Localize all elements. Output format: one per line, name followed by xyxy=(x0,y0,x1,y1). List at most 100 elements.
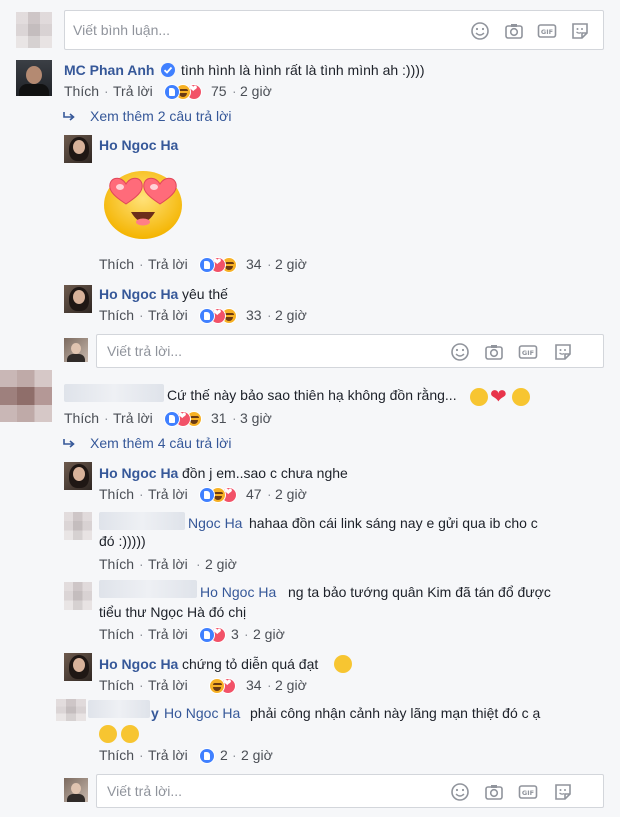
like-link[interactable]: Thích xyxy=(99,626,134,642)
like-reaction-icon xyxy=(199,308,215,324)
reaction-count[interactable]: 2 xyxy=(220,747,228,763)
avatar[interactable] xyxy=(64,653,92,681)
reply-time[interactable]: 2 giờ xyxy=(275,307,307,323)
separator: · xyxy=(139,307,144,323)
separator: · xyxy=(267,486,272,502)
reaction-icons[interactable] xyxy=(199,487,241,503)
reaction-icons[interactable] xyxy=(199,748,215,764)
reaction-count[interactable]: 75 xyxy=(211,83,227,99)
reply-time[interactable]: 2 giờ xyxy=(205,556,237,572)
reply-author-suffix[interactable]: y xyxy=(151,705,159,721)
reply-author[interactable]: Ho Ngoc Ha xyxy=(99,465,178,481)
emoji-icon[interactable] xyxy=(450,782,470,802)
separator: · xyxy=(267,307,272,323)
avatar[interactable] xyxy=(64,512,92,540)
thinking-emoji-icon xyxy=(512,388,530,406)
reply-text-line2: tiểu thư Ngọc Hà đó chị xyxy=(99,604,247,620)
like-reaction-icon xyxy=(164,84,180,100)
like-link[interactable]: Thích xyxy=(99,486,134,502)
like-link[interactable]: Thích xyxy=(99,677,134,693)
separator: · xyxy=(267,677,272,693)
like-reaction-icon xyxy=(199,748,215,764)
avatar[interactable] xyxy=(64,462,92,490)
reply-mention[interactable]: Ho Ngoc Ha xyxy=(200,584,276,600)
reply-input[interactable]: Viết trả lời... GIF xyxy=(96,774,604,808)
camera-icon[interactable] xyxy=(484,782,504,802)
reply-author[interactable]: Ho Ngoc Ha xyxy=(99,137,178,153)
reply-link[interactable]: Trả lời xyxy=(148,677,188,693)
comment-time[interactable]: 2 giờ xyxy=(240,83,272,99)
reply-time[interactable]: 2 giờ xyxy=(275,677,307,693)
like-link[interactable]: Thích xyxy=(99,747,134,763)
like-link[interactable]: Thích xyxy=(99,556,134,572)
gif-icon[interactable]: GIF xyxy=(537,21,557,41)
view-more-replies[interactable]: Xem thêm 4 câu trả lời xyxy=(90,435,231,451)
avatar[interactable] xyxy=(0,370,52,422)
comment-input[interactable]: Viết bình luận... GIF xyxy=(64,10,604,50)
avatar[interactable] xyxy=(56,699,86,721)
camera-icon[interactable] xyxy=(504,21,524,41)
like-link[interactable]: Thích xyxy=(64,410,99,426)
comment-time[interactable]: 3 giờ xyxy=(240,410,272,426)
reply-time[interactable]: 2 giờ xyxy=(241,747,273,763)
avatar[interactable] xyxy=(64,285,92,313)
reply-time[interactable]: 2 giờ xyxy=(275,256,307,272)
like-link[interactable]: Thích xyxy=(99,256,134,272)
separator: · xyxy=(104,410,109,426)
emoji-icon[interactable] xyxy=(450,342,470,362)
avatar[interactable] xyxy=(64,582,92,610)
reply-mention[interactable]: Ngoc Ha xyxy=(188,515,242,531)
sticker-icon[interactable] xyxy=(553,782,573,802)
reply-time[interactable]: 2 giờ xyxy=(275,486,307,502)
view-more-replies[interactable]: Xem thêm 2 câu trả lời xyxy=(90,108,231,124)
reaction-icons[interactable] xyxy=(164,411,206,427)
reaction-count[interactable]: 31 xyxy=(211,410,227,426)
reply-time[interactable]: 2 giờ xyxy=(253,626,285,642)
separator: · xyxy=(139,486,144,502)
reaction-icons[interactable] xyxy=(164,84,206,100)
reaction-icons[interactable] xyxy=(199,308,241,324)
reply-link[interactable]: Trả lời xyxy=(148,486,188,502)
user-avatar xyxy=(64,338,88,362)
comment-placeholder: Viết bình luận... xyxy=(73,22,171,38)
reply-text: chứng tỏ diễn quá đạt xyxy=(182,656,319,672)
user-avatar xyxy=(64,778,88,802)
comment-text: tình hình là hình rất là tình mình ah :)… xyxy=(181,62,425,78)
gif-icon[interactable]: GIF xyxy=(518,342,538,362)
reaction-count[interactable]: 3 xyxy=(231,626,239,642)
emoji-icon[interactable] xyxy=(470,21,490,41)
like-link[interactable]: Thích xyxy=(99,307,134,323)
like-link[interactable]: Thích xyxy=(64,83,99,99)
avatar[interactable] xyxy=(64,135,92,163)
reaction-count[interactable]: 34 xyxy=(246,677,262,693)
reaction-icons[interactable] xyxy=(199,627,227,643)
sticker-icon[interactable] xyxy=(570,21,590,41)
reaction-icons[interactable] xyxy=(199,257,241,273)
separator: · xyxy=(232,747,237,763)
like-reaction-icon xyxy=(199,257,215,273)
reply-link[interactable]: Trả lời xyxy=(148,747,188,763)
reply-link[interactable]: Trả lời xyxy=(113,83,153,99)
reply-text-line2: đó :))))) xyxy=(99,533,146,549)
separator: · xyxy=(139,747,144,763)
reaction-count[interactable]: 33 xyxy=(246,307,262,323)
avatar[interactable] xyxy=(16,60,52,96)
reaction-count[interactable]: 47 xyxy=(246,486,262,502)
reply-link[interactable]: Trả lời xyxy=(148,256,188,272)
reply-link[interactable]: Trả lời xyxy=(148,626,188,642)
reply-input[interactable]: Viết trả lời... GIF xyxy=(96,334,604,368)
reply-mention[interactable]: Ho Ngoc Ha xyxy=(164,705,240,721)
reaction-icons[interactable] xyxy=(209,678,243,694)
heart-eyes-emoji xyxy=(98,162,188,242)
gif-icon[interactable]: GIF xyxy=(518,782,538,802)
sticker-icon[interactable] xyxy=(553,342,573,362)
reply-text-line1: ng ta bảo tướng quân Kim đã tán đổ được xyxy=(288,584,551,600)
reply-link[interactable]: Trả lời xyxy=(113,410,153,426)
reaction-count[interactable]: 34 xyxy=(246,256,262,272)
reply-link[interactable]: Trả lời xyxy=(148,307,188,323)
reply-author[interactable]: Ho Ngoc Ha xyxy=(99,656,178,672)
camera-icon[interactable] xyxy=(484,342,504,362)
reply-link[interactable]: Trả lời xyxy=(148,556,188,572)
comment-author[interactable]: MC Phan Anh xyxy=(64,62,154,78)
reply-author[interactable]: Ho Ngoc Ha xyxy=(99,286,178,302)
